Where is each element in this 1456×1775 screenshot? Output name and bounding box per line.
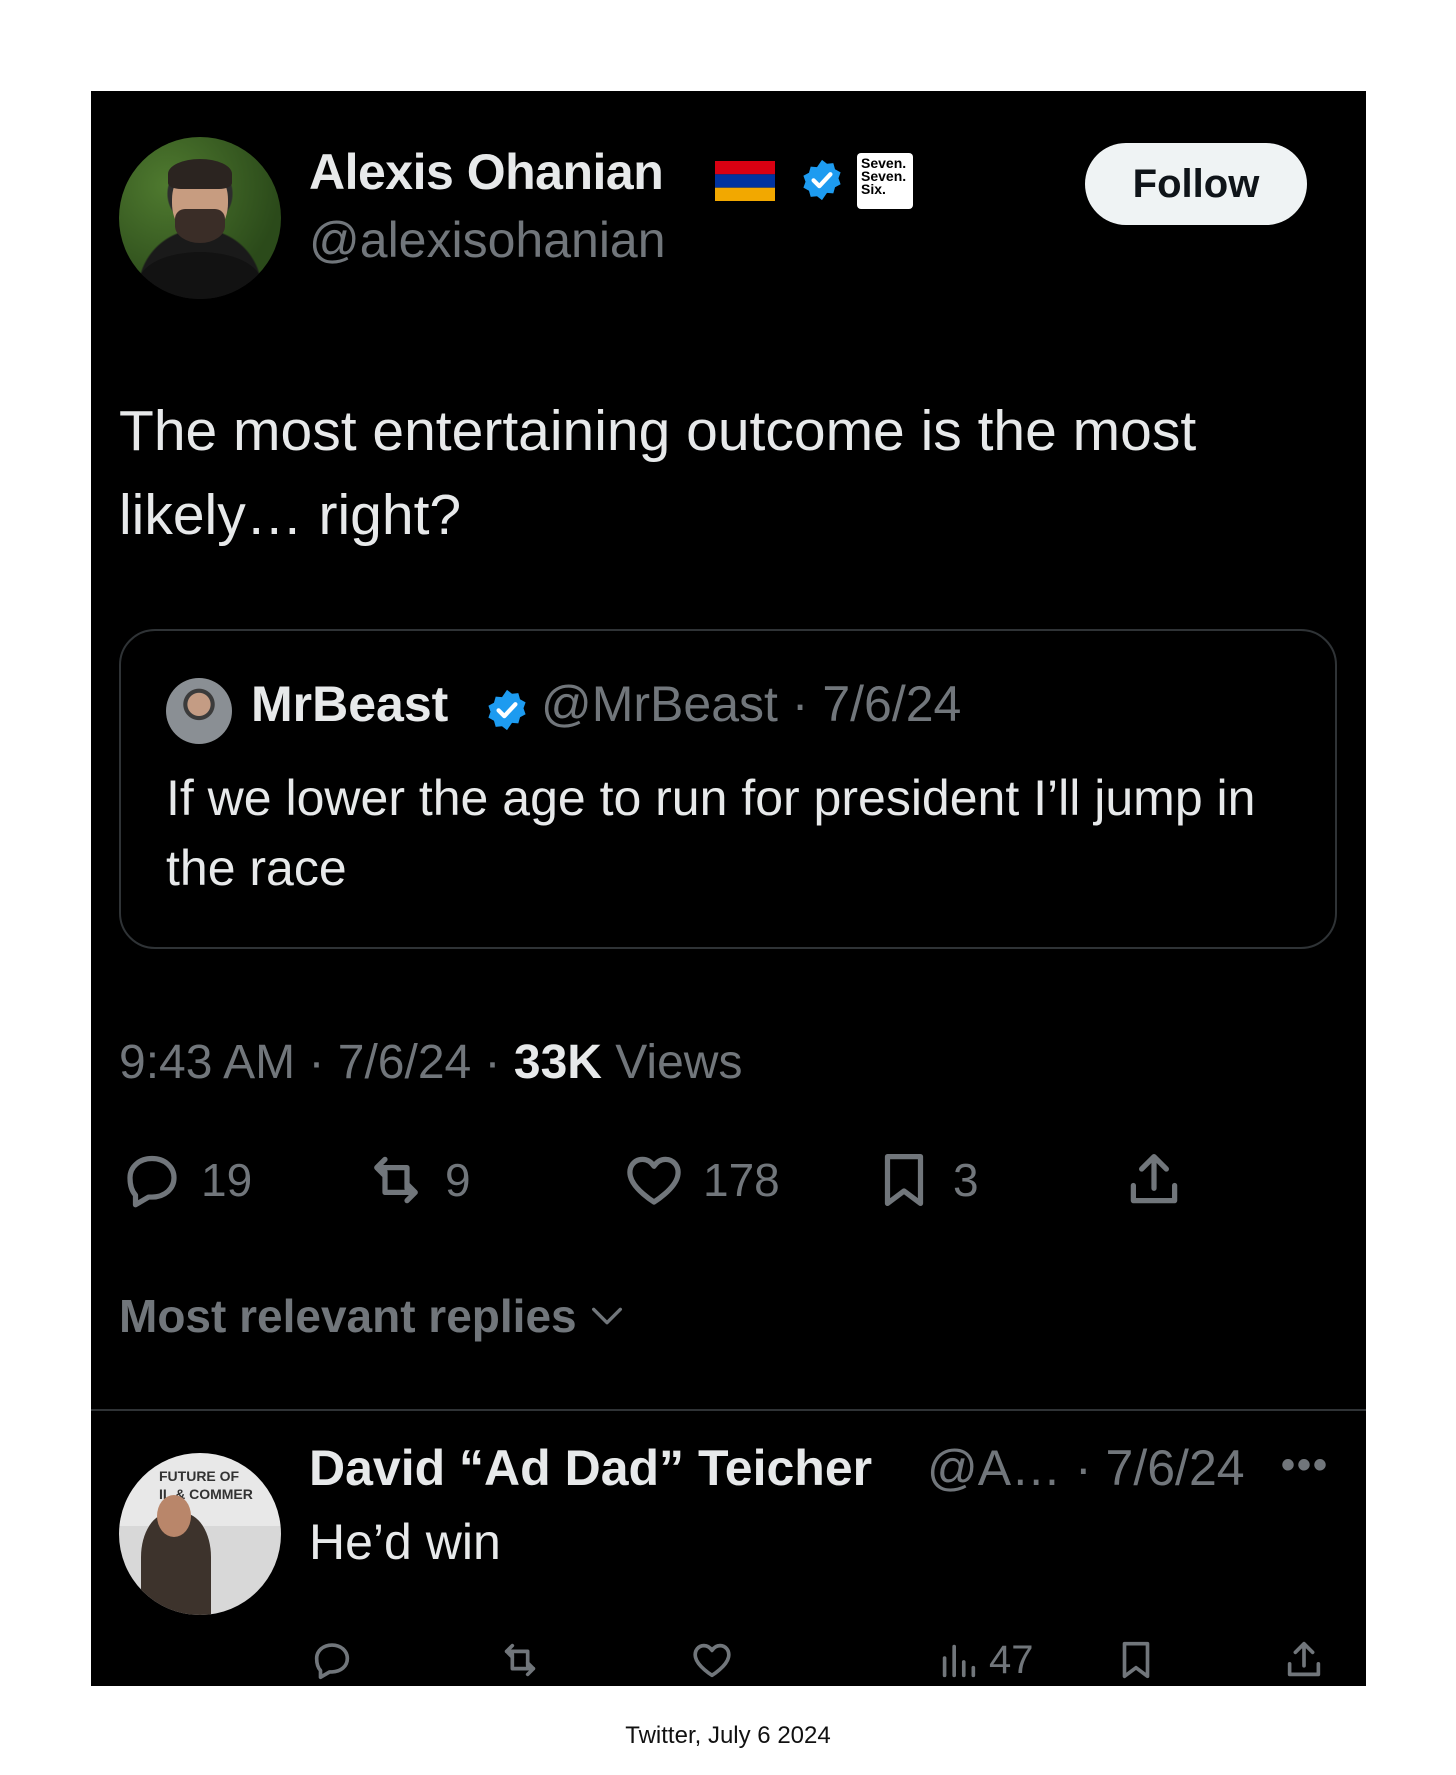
like-count: 178 — [703, 1154, 780, 1206]
replies-sort-dropdown[interactable]: Most relevant replies — [119, 1289, 627, 1343]
reply-repost-button[interactable] — [497, 1635, 551, 1685]
repost-icon — [504, 1643, 536, 1677]
share-icon — [1287, 1641, 1321, 1677]
reply-handle-date[interactable]: @A… · 7/6/24 — [927, 1439, 1245, 1497]
divider — [91, 1409, 1366, 1411]
bookmark-button[interactable]: 3 — [871, 1145, 979, 1215]
reply-icon — [314, 1643, 350, 1680]
repost-count: 9 — [445, 1154, 471, 1206]
views-chart-icon — [942, 1644, 976, 1678]
reply-like-button[interactable] — [689, 1635, 743, 1685]
heart-icon — [627, 1156, 681, 1205]
author-name[interactable]: Alexis Ohanian — [309, 143, 664, 201]
author-handle[interactable]: @alexisohanian — [309, 211, 666, 269]
chevron-down-icon — [591, 1307, 622, 1325]
author-avatar[interactable] — [119, 137, 281, 299]
verified-badge-icon — [488, 689, 526, 731]
bookmark-count: 3 — [953, 1154, 979, 1206]
reply-button[interactable]: 19 — [119, 1145, 252, 1215]
affiliate-badge-text: Seven. Seven. Six. — [861, 155, 907, 197]
tweet-time[interactable]: 9:43 AM · 7/6/24 · — [119, 1036, 514, 1089]
quoted-tweet[interactable]: MrBeast @MrBeast · 7/6/24 If we lower th… — [119, 629, 1337, 949]
image-caption: Twitter, July 6 2024 — [625, 1722, 831, 1749]
views-label: Views — [601, 1036, 743, 1089]
reply-count: 19 — [201, 1154, 253, 1206]
quoted-author-name[interactable]: MrBeast — [251, 675, 448, 733]
repost-icon — [374, 1156, 418, 1204]
replies-sort-label: Most relevant replies — [119, 1290, 577, 1342]
reply-bookmark-button[interactable] — [1113, 1635, 1167, 1685]
affiliate-badge-icon[interactable]: Seven. Seven. Six. — [857, 153, 913, 209]
reply-views-count: 47 — [989, 1637, 1034, 1682]
share-button[interactable] — [1121, 1145, 1203, 1215]
heart-icon — [693, 1643, 731, 1678]
repost-button[interactable]: 9 — [363, 1145, 471, 1215]
verified-badge-icon — [803, 159, 841, 201]
views-count: 33K — [513, 1036, 602, 1089]
armenia-flag-icon — [715, 161, 775, 201]
tweet-timestamp: 9:43 AM · 7/6/24 · 33K Views — [119, 1035, 742, 1090]
bookmark-icon — [1122, 1641, 1150, 1679]
more-options-icon[interactable]: ••• — [1281, 1443, 1329, 1488]
follow-button[interactable]: Follow — [1085, 143, 1307, 225]
quoted-handle-date: @MrBeast · 7/6/24 — [541, 676, 962, 732]
reply-author-name[interactable]: David “Ad Dad” Teicher — [309, 1439, 872, 1497]
reply-share-button[interactable] — [1281, 1635, 1335, 1685]
reply-text: He’d win — [309, 1514, 501, 1570]
reply-author-avatar[interactable]: FUTURE OF IL & COMMER — [119, 1453, 281, 1615]
share-icon — [1130, 1154, 1178, 1204]
like-button[interactable]: 178 — [621, 1145, 780, 1215]
tweet-card: Alexis Ohanian Seven. Seven. Six. @alexi… — [91, 91, 1366, 1686]
reply-views-button[interactable]: 47 — [935, 1635, 1034, 1685]
bookmark-icon — [884, 1154, 924, 1206]
tweet-text: The most entertaining outcome is the mos… — [119, 399, 1197, 547]
quoted-author-avatar[interactable] — [166, 678, 232, 744]
reply-reply-button[interactable] — [309, 1635, 363, 1685]
reply-icon — [127, 1155, 177, 1208]
quoted-tweet-text: If we lower the age to run for president… — [166, 770, 1256, 896]
